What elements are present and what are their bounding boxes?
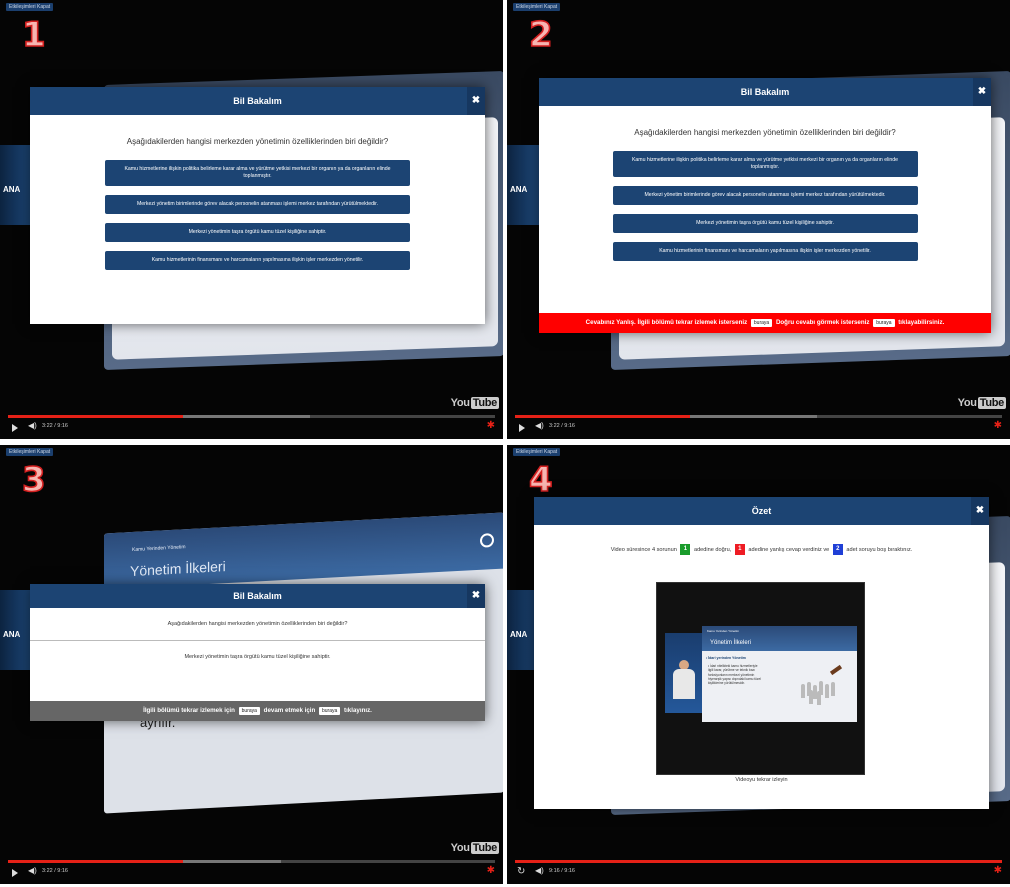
answer-option-4[interactable]: Kamu hizmetlerinin finansmanı ve harcama… — [612, 242, 918, 262]
volume-icon[interactable]: ◀) — [535, 866, 544, 875]
show-answer-button[interactable]: buraya — [873, 319, 895, 327]
video-panel-1: Etkileşimleri Kapat 1 ANA Bil Bakalım ✖ … — [0, 0, 503, 439]
answer-option-3[interactable]: Merkezi yönetimin taşra örgütü kamu tüze… — [612, 214, 918, 234]
settings-gear-icon[interactable]: ✱ — [487, 420, 495, 431]
video-panel-4: Etkileşimleri Kapat 4 ANA Özet ✖ Video s… — [507, 445, 1010, 884]
quiz-header: Bil Bakalım ✖ — [30, 87, 485, 115]
figures-image — [797, 666, 847, 706]
youtube-logo[interactable]: You Tube — [958, 397, 1006, 409]
youtube-logo[interactable]: You Tube — [451, 842, 499, 854]
close-icon[interactable]: ✖ — [971, 497, 989, 525]
answer-option-2[interactable]: Merkezi yönetim birimlerinde görev alaca… — [612, 186, 918, 206]
settings-gear-icon[interactable]: ✱ — [994, 865, 1002, 876]
quiz-header: Bil Bakalım ✖ — [539, 78, 991, 106]
continue-button[interactable]: buraya — [319, 707, 341, 715]
play-icon[interactable] — [12, 424, 18, 432]
summary-result-line: Video süresince 4 sorunun 1 adedine doğr… — [534, 544, 989, 555]
selected-answer: Merkezi yönetimin taşra örgütü kamu tüze… — [184, 654, 331, 660]
answer-option-1[interactable]: Kamu hizmetlerine ilişkin politika belir… — [105, 160, 410, 187]
correct-answer-banner: İlgili bölümü tekrar izlemek için buraya… — [30, 701, 485, 721]
correct-count-badge: 1 — [680, 544, 691, 555]
step-number: 1 — [21, 15, 46, 55]
wrong-answer-banner: Cevabınız Yanlış. İlgili bölümü tekrar i… — [539, 313, 991, 333]
slide-left-strip: ANA — [507, 145, 542, 225]
quiz-modal: Bil Bakalım ✖ Aşağıdakilerden hangisi me… — [539, 78, 991, 333]
quiz-title: Bil Bakalım — [740, 87, 790, 97]
quiz-modal: Bil Bakalım ✖ Aşağıdakilerden hangisi me… — [30, 87, 485, 324]
settings-gear-icon[interactable]: ✱ — [487, 865, 495, 876]
progress-bar[interactable] — [8, 415, 495, 418]
video-thumbnail[interactable]: Kamu Yerinden Yönetim Yönetim İlkeleri •… — [656, 582, 865, 775]
close-icon[interactable]: ✖ — [467, 87, 485, 115]
answer-option-1[interactable]: Kamu hizmetlerine ilişkin politika belir… — [612, 151, 918, 178]
answer-option-3[interactable]: Merkezi yönetimin taşra örgütü kamu tüze… — [105, 223, 410, 243]
progress-bar[interactable] — [515, 860, 1002, 863]
university-logo-icon — [480, 533, 494, 548]
quiz-modal: Bil Bakalım ✖ Aşağıdakilerden hangisi me… — [30, 584, 485, 721]
rewatch-button[interactable]: buraya — [750, 319, 773, 327]
summary-title: Özet — [751, 506, 772, 516]
answer-option-2[interactable]: Merkezi yönetim birimlerinde görev alaca… — [105, 195, 410, 215]
quiz-question: Aşağıdakilerden hangisi merkezden yöneti… — [30, 608, 485, 641]
thumbnail-slide: Kamu Yerinden Yönetim Yönetim İlkeleri •… — [702, 626, 857, 722]
quiz-header: Bil Bakalım ✖ — [30, 584, 485, 608]
video-panel-3: Etkileşimleri Kapat 3 Kamu Yerinden Yöne… — [0, 445, 503, 884]
progress-bar[interactable] — [8, 860, 495, 863]
volume-icon[interactable]: ◀) — [28, 421, 37, 430]
player-controls: ◀) 3:22 / 9:16 ✱ — [507, 415, 1010, 439]
quiz-question: Aşağıdakilerden hangisi merkezden yöneti… — [126, 137, 389, 146]
close-icon[interactable]: ✖ — [467, 584, 485, 608]
time-display: 3:22 / 9:16 — [42, 868, 68, 874]
video-panel-2: Etkileşimleri Kapat 2 ANA Bil Bakalım ✖ … — [507, 0, 1010, 439]
slide-header: Kamu Yerinden Yönetim Yönetim İlkeleri — [104, 512, 503, 590]
time-display: 9:16 / 9:16 — [549, 868, 575, 874]
empty-count-badge: 2 — [832, 544, 843, 555]
quiz-title: Bil Bakalım — [233, 591, 282, 601]
player-controls: ↻ ◀) 9:16 / 9:16 ✱ — [507, 860, 1010, 884]
answer-option-4[interactable]: Kamu hizmetlerinin finansmanı ve harcama… — [105, 251, 410, 271]
settings-gear-icon[interactable]: ✱ — [994, 420, 1002, 431]
volume-icon[interactable]: ◀) — [28, 866, 37, 875]
step-number: 2 — [528, 15, 553, 55]
time-display: 3:22 / 9:16 — [42, 423, 68, 429]
youtube-logo[interactable]: You Tube — [451, 397, 499, 409]
quiz-question: Aşağıdakilerden hangisi merkezden yöneti… — [634, 128, 896, 137]
player-controls: ◀) 3:22 / 9:16 ✱ — [0, 860, 503, 884]
close-interactions-button[interactable]: Etkileşimleri Kapat — [513, 3, 561, 11]
step-number: 3 — [21, 460, 46, 500]
rewatch-button[interactable]: buraya — [238, 707, 260, 715]
summary-header: Özet ✖ — [534, 497, 989, 525]
replay-video-link[interactable]: Videoyu tekrar izleyin — [534, 777, 989, 783]
play-icon[interactable] — [12, 869, 18, 877]
close-interactions-button[interactable]: Etkileşimleri Kapat — [6, 3, 54, 11]
play-icon[interactable] — [519, 424, 525, 432]
slide-title: Yönetim İlkeleri — [130, 558, 226, 580]
replay-icon[interactable]: ↻ — [517, 866, 525, 877]
summary-modal: Özet ✖ Video süresince 4 sorunun 1 adedi… — [534, 497, 989, 809]
time-display: 3:22 / 9:16 — [549, 423, 575, 429]
player-controls: ◀) 3:22 / 9:16 ✱ — [0, 415, 503, 439]
quiz-title: Bil Bakalım — [233, 96, 282, 106]
slide-kamu-label: Kamu Yerinden Yönetim — [132, 544, 186, 554]
volume-icon[interactable]: ◀) — [535, 421, 544, 430]
close-interactions-button[interactable]: Etkileşimleri Kapat — [6, 448, 54, 456]
wrong-count-badge: 1 — [734, 544, 745, 555]
presenter-image — [665, 633, 703, 713]
step-number: 4 — [528, 460, 553, 500]
close-interactions-button[interactable]: Etkileşimleri Kapat — [513, 448, 561, 456]
progress-bar[interactable] — [515, 415, 1002, 418]
close-icon[interactable]: ✖ — [973, 78, 991, 106]
